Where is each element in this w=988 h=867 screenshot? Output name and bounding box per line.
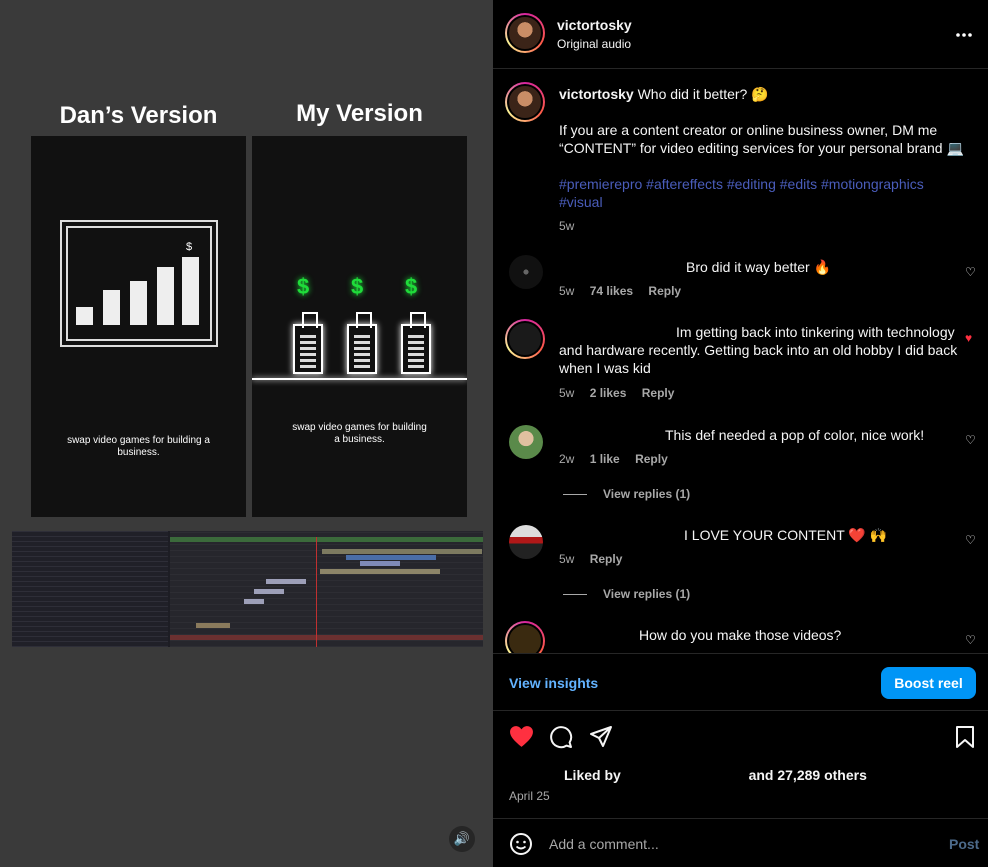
dans-version-panel: $ swap video games for building a busine… xyxy=(31,136,246,517)
green-dollar: $ xyxy=(351,274,364,299)
avatar[interactable] xyxy=(509,255,543,289)
insights-bar: View insights Boost reel xyxy=(493,653,988,711)
replies-line xyxy=(563,494,587,495)
comment-input[interactable]: Add a comment... xyxy=(549,836,659,852)
bar xyxy=(76,307,93,325)
speaker-icon[interactable]: 🔊 xyxy=(449,826,475,852)
replies-line xyxy=(563,594,587,595)
after-effects-timeline xyxy=(12,531,483,647)
comment-composer: Add a comment... Post xyxy=(493,818,988,867)
caption-time: 5w xyxy=(559,219,575,233)
comment-time: 2w xyxy=(559,452,575,466)
comment-text: Bro did it way better 🔥 xyxy=(686,259,832,275)
left-title: Dan’s Version xyxy=(59,102,218,129)
bar xyxy=(157,267,174,325)
comment-time: 5w xyxy=(559,552,575,566)
comment-time: 5w xyxy=(559,284,575,298)
comment-text: I LOVE YOUR CONTENT ❤️ 🙌 xyxy=(684,527,888,543)
reply-button[interactable]: Reply xyxy=(642,386,675,400)
share-icon[interactable] xyxy=(589,725,613,754)
building-icon xyxy=(293,312,323,374)
header-username[interactable]: victortosky xyxy=(557,17,632,33)
caption-username[interactable]: victortosky xyxy=(559,86,634,102)
likes-summary[interactable]: Liked by and 27,289 others xyxy=(564,767,867,783)
heart-icon[interactable]: ♥ xyxy=(965,331,972,345)
timeline-tracks xyxy=(170,531,483,647)
caption-text: Who did it better? 🤔 xyxy=(637,86,769,102)
view-insights-link[interactable]: View insights xyxy=(509,675,598,691)
layer-list xyxy=(12,531,168,647)
more-icon[interactable] xyxy=(955,22,973,42)
comment-meta: 5w 2 likes Reply xyxy=(559,386,674,400)
likes-count[interactable]: and 27,289 others xyxy=(749,767,867,783)
emoji-icon[interactable] xyxy=(509,832,533,861)
side-panel: victortosky Original audio victortosky W… xyxy=(493,0,988,867)
building-icon xyxy=(347,312,377,374)
bar xyxy=(182,257,199,325)
boost-reel-button[interactable]: Boost reel xyxy=(881,667,976,699)
chart-frame: $ xyxy=(60,220,218,347)
bar xyxy=(130,281,147,325)
avatar[interactable] xyxy=(505,319,545,359)
right-title: My Version xyxy=(296,100,423,127)
green-dollar: $ xyxy=(297,274,310,299)
reply-button[interactable]: Reply xyxy=(648,284,681,298)
avatar[interactable] xyxy=(509,525,543,559)
comment-text: This def needed a pop of color, nice wor… xyxy=(665,427,925,443)
horizon-line xyxy=(252,378,467,380)
audio-link[interactable]: Original audio xyxy=(557,37,631,51)
comment-meta: 5w Reply xyxy=(559,552,622,566)
comment-icon[interactable] xyxy=(549,725,573,754)
comment-meta: 5w 74 likes Reply xyxy=(559,284,681,298)
comment-likes[interactable]: 2 likes xyxy=(590,386,627,400)
hashtags[interactable]: #premierepro #aftereffects #editing #edi… xyxy=(559,175,959,211)
post-header: victortosky Original audio xyxy=(493,0,988,69)
avatar[interactable] xyxy=(505,13,545,53)
comment-time: 5w xyxy=(559,386,575,400)
comment-text: How do you make those videos? xyxy=(639,627,842,643)
post-button[interactable]: Post xyxy=(949,836,979,852)
right-caption: swap video games for building a business… xyxy=(292,422,427,445)
caption-body: If you are a content creator or online b… xyxy=(559,122,964,156)
heart-icon[interactable]: ♡ xyxy=(965,433,976,447)
building-icon xyxy=(401,312,431,374)
avatar[interactable] xyxy=(509,425,543,459)
reply-button[interactable]: Reply xyxy=(590,552,623,566)
comments-list: victortosky Who did it better? 🤔 If you … xyxy=(493,69,988,653)
caption-line: victortosky Who did it better? 🤔 xyxy=(559,85,769,103)
avatar[interactable] xyxy=(505,621,545,653)
post-date: April 25 xyxy=(509,789,550,803)
view-replies-button[interactable]: View replies (1) xyxy=(603,587,690,601)
dollar-sign: $ xyxy=(186,241,193,253)
green-dollar: $ xyxy=(405,274,418,299)
comment-likes[interactable]: 1 like xyxy=(590,452,620,466)
bookmark-icon[interactable] xyxy=(955,725,975,754)
left-caption: swap video games for building a business… xyxy=(67,435,210,458)
bar xyxy=(103,290,120,325)
reply-button[interactable]: Reply xyxy=(635,452,668,466)
comment-text: Im getting back into tinkering with tech… xyxy=(559,324,958,376)
my-version-panel: $ $ $ swap video games for building a bu… xyxy=(252,136,467,517)
reel-video[interactable]: Dan’s Version My Version $ swap video ga… xyxy=(0,0,493,867)
comment-likes[interactable]: 74 likes xyxy=(590,284,633,298)
heart-icon[interactable]: ♡ xyxy=(965,265,976,279)
caption-avatar[interactable] xyxy=(505,82,545,122)
heart-icon[interactable] xyxy=(509,725,534,753)
heart-icon[interactable]: ♡ xyxy=(965,533,976,547)
heart-icon[interactable]: ♡ xyxy=(965,633,976,647)
view-replies-button[interactable]: View replies (1) xyxy=(603,487,690,501)
comment-meta: 2w 1 like Reply xyxy=(559,452,668,466)
liked-by-label: Liked by xyxy=(564,767,621,783)
